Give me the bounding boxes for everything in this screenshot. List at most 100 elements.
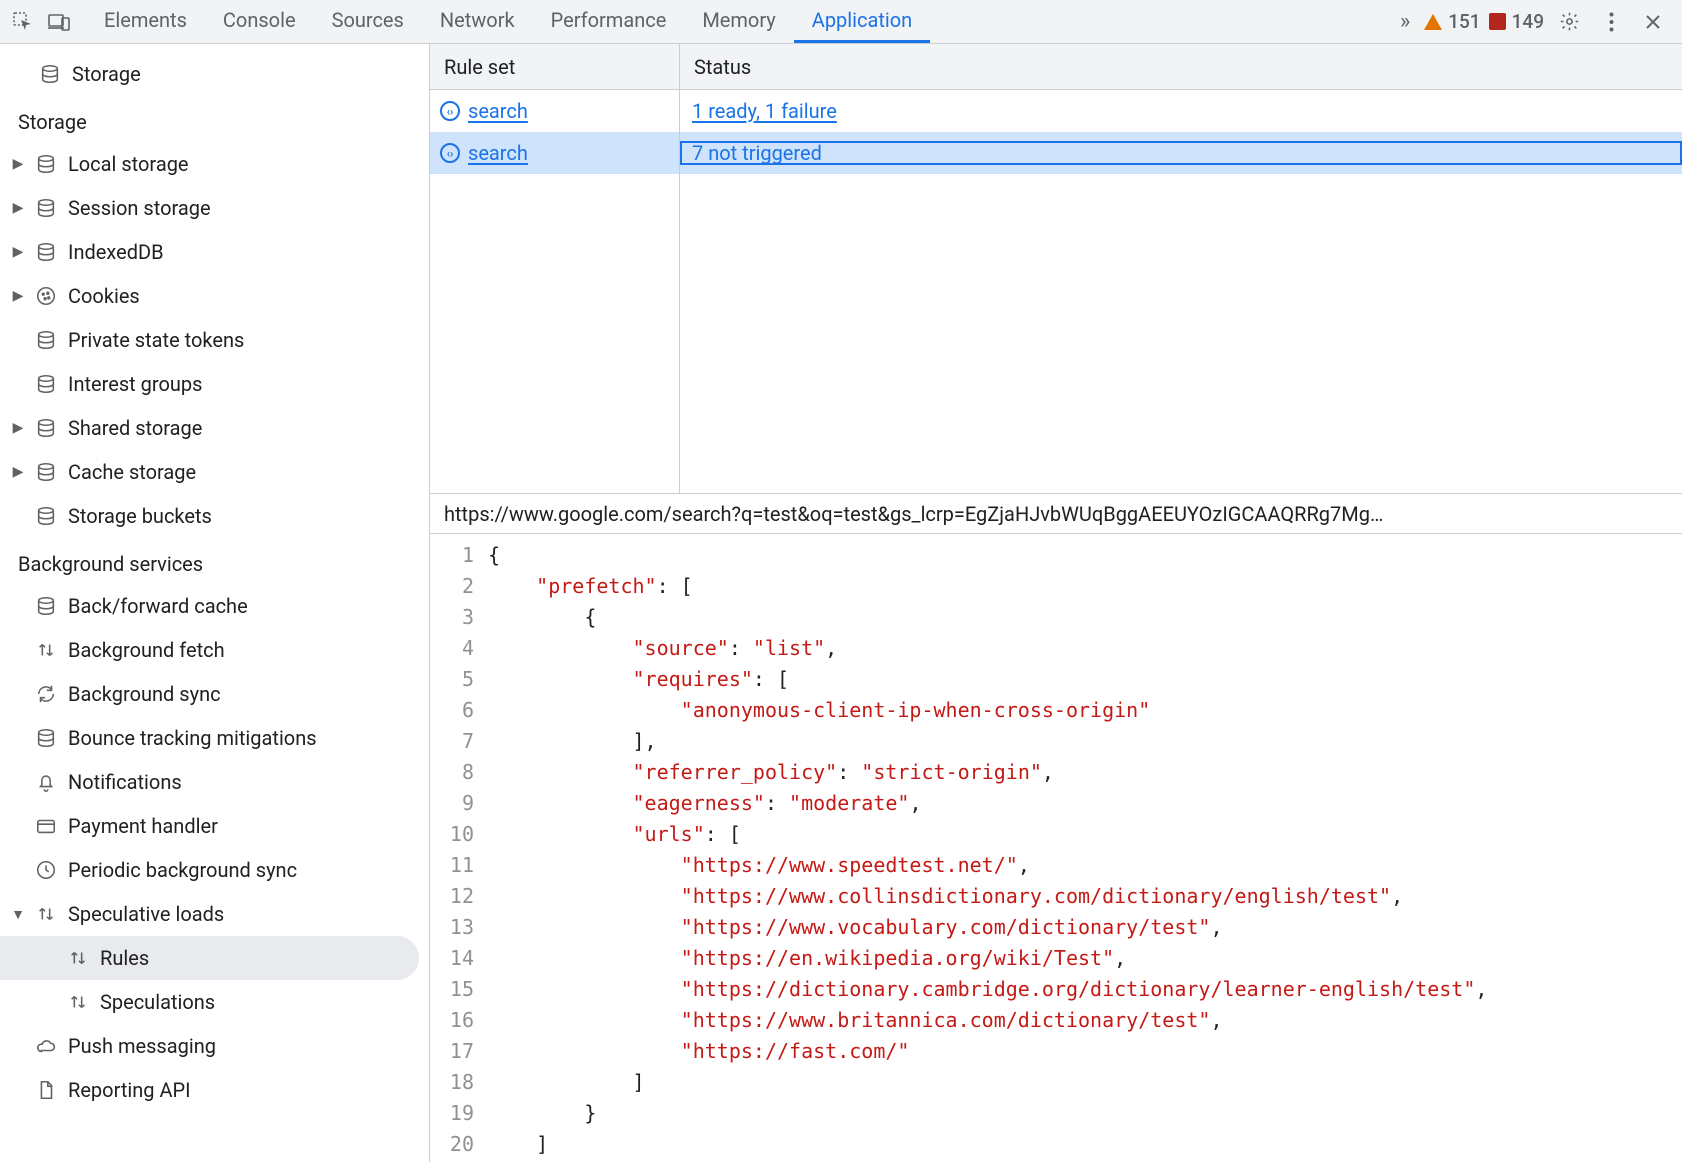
tree-item-label: Speculative loads — [68, 902, 224, 926]
warnings-badge[interactable]: 151 — [1424, 10, 1480, 33]
sidebar-item-periodic-background-sync[interactable]: Periodic background sync — [0, 848, 429, 892]
col-status-header[interactable]: Status — [680, 44, 1682, 89]
caret-icon: ▶ — [12, 244, 24, 260]
caret-icon: ▶ — [12, 288, 24, 304]
tab-network[interactable]: Network — [422, 0, 533, 43]
line-number: 16 — [430, 1005, 488, 1036]
sidebar-item-shared-storage[interactable]: ▶ Shared storage — [0, 406, 429, 450]
sidebar-item-private-state-tokens[interactable]: Private state tokens — [0, 318, 429, 362]
tree-item-label: Local storage — [68, 152, 189, 176]
kebab-icon[interactable] — [1594, 5, 1628, 39]
errors-count: 149 — [1512, 10, 1544, 33]
tree-item-label: Interest groups — [68, 372, 202, 396]
sidebar-item-session-storage[interactable]: ▶Session storage — [0, 186, 429, 230]
tab-sources[interactable]: Sources — [314, 0, 422, 43]
section-background-services: Background services — [0, 544, 429, 584]
ruleset-status-link[interactable]: 1 ready, 1 failure — [692, 99, 837, 123]
tree-item-label: Reporting API — [68, 1078, 191, 1102]
sidebar-item-cookies[interactable]: ▶ Cookies — [0, 274, 429, 318]
cloud-icon — [34, 1034, 58, 1058]
code-line: 16 "https://www.britannica.com/dictionar… — [430, 1005, 1682, 1036]
source-url-bar[interactable]: https://www.google.com/search?q=test&oq=… — [430, 494, 1682, 534]
clock-icon — [34, 858, 58, 882]
code-line: 13 "https://www.vocabulary.com/dictionar… — [430, 912, 1682, 943]
code-line: 15 "https://dictionary.cambridge.org/dic… — [430, 974, 1682, 1005]
ruleset-icon: ‹› — [440, 143, 460, 163]
sidebar-item-push-messaging[interactable]: Push messaging — [0, 1024, 429, 1068]
tree-item-label: IndexedDB — [68, 240, 164, 264]
sidebar-item-speculations[interactable]: Speculations — [0, 980, 429, 1024]
line-number: 12 — [430, 881, 488, 912]
tab-console[interactable]: Console — [205, 0, 314, 43]
errors-badge[interactable]: 149 — [1489, 10, 1544, 33]
rules-content: Rule set Status ‹› search 1 ready, 1 fail… — [430, 44, 1682, 1162]
code-line: 3 { — [430, 602, 1682, 633]
code-line: 12 "https://www.collinsdictionary.com/di… — [430, 881, 1682, 912]
sidebar-item-cache-storage[interactable]: ▶ Cache storage — [0, 450, 429, 494]
updown-icon — [66, 946, 90, 970]
line-number: 7 — [430, 726, 488, 757]
sidebar-item-reporting-api[interactable]: Reporting API — [0, 1068, 429, 1112]
code-line: 8 "referrer_policy": "strict-origin", — [430, 757, 1682, 788]
ruleset-link[interactable]: search — [468, 99, 528, 123]
sidebar-item-notifications[interactable]: Notifications — [0, 760, 429, 804]
line-number: 6 — [430, 695, 488, 726]
rule-row[interactable]: ‹› search 7 not triggered — [430, 132, 1682, 174]
sidebar-item-interest-groups[interactable]: Interest groups — [0, 362, 429, 406]
line-number: 8 — [430, 757, 488, 788]
inspect-icon[interactable] — [6, 5, 40, 39]
sidebar-item-background-sync[interactable]: Background sync — [0, 672, 429, 716]
close-icon[interactable] — [1636, 5, 1670, 39]
caret-icon: ▶ — [12, 200, 24, 216]
line-number: 18 — [430, 1067, 488, 1098]
sidebar-item-payment-handler[interactable]: Payment handler — [0, 804, 429, 848]
caret-icon: ▼ — [12, 906, 24, 923]
caret-icon: ▶ — [12, 420, 24, 436]
device-toolbar-icon[interactable] — [42, 5, 76, 39]
ruleset-link[interactable]: search — [468, 141, 528, 165]
ruleset-status-link[interactable]: 7 not triggered — [692, 141, 822, 165]
sidebar-item-speculative-loads[interactable]: ▼ Speculative loads — [0, 892, 429, 936]
application-sidebar[interactable]: StorageStorage▶Local storage▶Session sto… — [0, 44, 430, 1162]
sidebar-item-storage-buckets[interactable]: Storage buckets — [0, 494, 429, 538]
tab-memory[interactable]: Memory — [684, 0, 793, 43]
tree-item-label: Periodic background sync — [68, 858, 297, 882]
code-line: 11 "https://www.speedtest.net/", — [430, 850, 1682, 881]
code-line: 9 "eagerness": "moderate", — [430, 788, 1682, 819]
file-icon — [34, 1078, 58, 1102]
sidebar-item-indexeddb[interactable]: ▶ IndexedDB — [0, 230, 429, 274]
db-icon — [38, 62, 62, 86]
db-icon — [34, 152, 58, 176]
tree-item-label: Cookies — [68, 284, 140, 308]
tree-item-label: Payment handler — [68, 814, 218, 838]
rule-row[interactable]: ‹› search1 ready, 1 failure — [430, 90, 1682, 132]
caret-icon: ▶ — [12, 156, 24, 172]
tree-item-label: Cache storage — [68, 460, 196, 484]
error-square-icon — [1489, 13, 1506, 30]
db-icon — [34, 196, 58, 220]
line-number: 14 — [430, 943, 488, 974]
json-source-viewer[interactable]: 1{2 "prefetch": [3 {4 "source": "list",5… — [430, 534, 1682, 1162]
col-ruleset-header[interactable]: Rule set — [430, 44, 680, 89]
code-line: 6 "anonymous-client-ip-when-cross-origin… — [430, 695, 1682, 726]
sidebar-item-background-fetch[interactable]: Background fetch — [0, 628, 429, 672]
sidebar-item-bounce-tracking-mitigations[interactable]: Bounce tracking mitigations — [0, 716, 429, 760]
tab-application[interactable]: Application — [794, 0, 930, 43]
db-icon — [34, 328, 58, 352]
sidebar-item-rules[interactable]: Rules — [0, 936, 419, 980]
warnings-count: 151 — [1448, 10, 1480, 33]
sidebar-item-back/forward-cache[interactable]: Back/forward cache — [0, 584, 429, 628]
rules-table: Rule set Status ‹› search 1 ready, 1 fail… — [430, 44, 1682, 494]
tab-performance[interactable]: Performance — [533, 0, 685, 43]
tabs-overflow-icon[interactable]: » — [1388, 9, 1422, 34]
db-icon — [34, 372, 58, 396]
tab-elements[interactable]: Elements — [86, 0, 205, 43]
bell-icon — [34, 770, 58, 794]
tree-item-label: Private state tokens — [68, 328, 244, 352]
line-number: 5 — [430, 664, 488, 695]
caret-icon: ▶ — [12, 464, 24, 480]
gear-icon[interactable] — [1552, 5, 1586, 39]
tree-item-label: Shared storage — [68, 416, 202, 440]
sidebar-item-local-storage[interactable]: ▶ Local storage — [0, 142, 429, 186]
sidebar-item-storage-top[interactable]: Storage — [0, 52, 429, 96]
